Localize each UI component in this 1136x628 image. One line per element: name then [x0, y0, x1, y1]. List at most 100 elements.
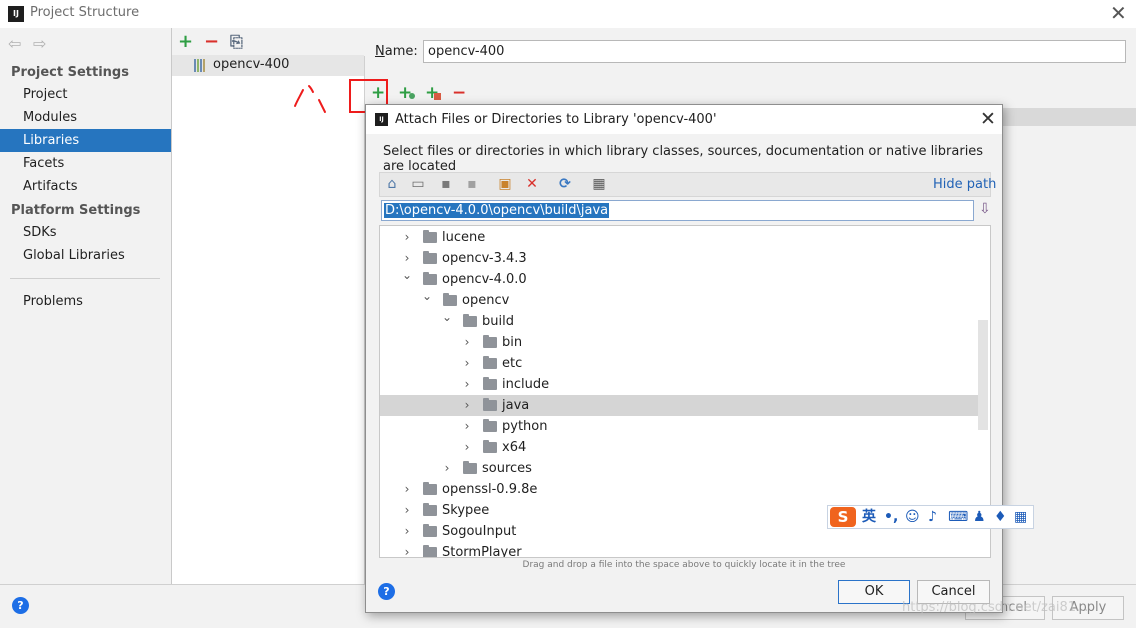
- toolbox-icon[interactable]: ▦: [1014, 508, 1027, 526]
- folder-icon: [483, 440, 497, 453]
- show-hidden-files-icon[interactable]: ▦: [590, 176, 608, 192]
- keyboard-icon[interactable]: ⌨: [948, 508, 968, 526]
- tree-row[interactable]: ⌄ opencv: [380, 289, 978, 311]
- microphone-icon[interactable]: ♪: [928, 508, 937, 526]
- module-folder-icon[interactable]: ▪: [463, 176, 481, 192]
- tree-row-label: opencv-4.0.0: [442, 272, 527, 287]
- expand-chevron-icon[interactable]: ›: [401, 521, 413, 542]
- jar-badge-icon: [434, 93, 441, 100]
- add-library-icon[interactable]: +: [178, 32, 193, 52]
- tree-row[interactable]: › include: [380, 374, 978, 395]
- tree-row[interactable]: › bin: [380, 332, 978, 353]
- remove-library-icon[interactable]: −: [204, 32, 219, 52]
- emoji-icon[interactable]: ☺: [905, 508, 920, 526]
- dialog-title: Attach Files or Directories to Library '…: [395, 112, 717, 127]
- tree-row[interactable]: › etc: [380, 353, 978, 374]
- tree-row-label: SogouInput: [442, 524, 517, 539]
- forward-arrow-icon[interactable]: ⇨: [33, 34, 46, 53]
- folder-icon: [483, 398, 497, 411]
- refresh-icon[interactable]: ⟳: [556, 176, 574, 192]
- tree-row[interactable]: › StormPlayer: [380, 542, 978, 558]
- tree-row-label: sources: [482, 461, 532, 476]
- tree-row-label: StormPlayer: [442, 545, 522, 558]
- expand-chevron-icon[interactable]: ›: [461, 416, 473, 437]
- copy-library-icon[interactable]: ⎘: [230, 32, 243, 52]
- tree-row[interactable]: ⌄ build: [380, 310, 978, 332]
- folder-icon: [463, 461, 477, 474]
- ime-mode-toggle[interactable]: 英: [862, 508, 876, 526]
- sidebar-item-problems[interactable]: Problems: [0, 290, 171, 313]
- help-icon[interactable]: ?: [12, 597, 29, 614]
- dialog-help-icon[interactable]: ?: [378, 583, 395, 600]
- delete-icon[interactable]: ✕: [523, 176, 541, 192]
- sidebar-item-project[interactable]: Project: [0, 83, 171, 106]
- tree-row[interactable]: › openssl-0.9.8e: [380, 479, 978, 500]
- folder-icon: [483, 419, 497, 432]
- folder-icon: [423, 230, 437, 243]
- expand-chevron-icon[interactable]: ›: [441, 458, 453, 479]
- dialog-logo-icon: IJ: [375, 113, 388, 126]
- window-close-icon[interactable]: ✕: [1110, 2, 1127, 24]
- sidebar-item-modules[interactable]: Modules: [0, 106, 171, 129]
- tree-row[interactable]: ⌄ opencv-4.0.0: [380, 268, 978, 290]
- hide-path-link[interactable]: Hide path: [933, 177, 996, 192]
- watermark-text: https://blog.csdn.net/zai81...: [902, 600, 1089, 615]
- tree-row[interactable]: › opencv-3.4.3: [380, 248, 978, 269]
- intellij-logo-icon: IJ: [8, 6, 24, 22]
- expand-chevron-icon[interactable]: ›: [461, 437, 473, 458]
- expand-chevron-icon[interactable]: ›: [461, 353, 473, 374]
- ok-button[interactable]: OK: [838, 580, 910, 604]
- library-list-panel: [172, 28, 365, 584]
- home-icon[interactable]: ⌂: [383, 176, 401, 192]
- tree-row[interactable]: › x64: [380, 437, 978, 458]
- project-folder-icon[interactable]: ▪: [437, 176, 455, 192]
- expand-chevron-icon[interactable]: ›: [461, 332, 473, 353]
- sidebar-item-artifacts[interactable]: Artifacts: [0, 175, 171, 198]
- punctuation-icon[interactable]: •,: [884, 508, 898, 526]
- expand-chevron-icon[interactable]: ›: [401, 479, 413, 500]
- user-icon[interactable]: ♟: [973, 508, 986, 526]
- sidebar-item-sdks[interactable]: SDKs: [0, 221, 171, 244]
- tree-scrollbar-thumb[interactable]: [978, 320, 988, 430]
- collapse-chevron-icon[interactable]: ⌄: [401, 265, 413, 286]
- folder-icon: [423, 524, 437, 537]
- roots-table-header: [1000, 108, 1136, 126]
- library-list-toolbar: [172, 28, 365, 56]
- tree-row-label: include: [502, 377, 550, 392]
- sogou-ime-toolbar: S 英 •, ☺ ♪ ⌨ ♟ ♦ ▦: [827, 505, 1034, 529]
- folder-icon: [483, 335, 497, 348]
- desktop-icon[interactable]: ▭: [409, 176, 427, 192]
- library-name-input[interactable]: [423, 40, 1126, 63]
- expand-chevron-icon[interactable]: ›: [401, 500, 413, 521]
- expand-chevron-icon[interactable]: ›: [461, 374, 473, 395]
- expand-chevron-icon[interactable]: ›: [401, 542, 413, 557]
- back-arrow-icon[interactable]: ⇦: [8, 34, 21, 53]
- new-folder-icon[interactable]: ▣: [496, 176, 514, 192]
- tree-row[interactable]: › lucene: [380, 227, 978, 248]
- skin-shirt-icon[interactable]: ♦: [994, 508, 1007, 526]
- sidebar-item-libraries[interactable]: Libraries: [0, 129, 171, 152]
- tree-row-label: build: [482, 314, 514, 329]
- tree-row[interactable]: › python: [380, 416, 978, 437]
- dialog-close-icon[interactable]: ✕: [980, 108, 996, 130]
- tree-row-label: opencv: [462, 293, 510, 308]
- tree-row-label: openssl-0.9.8e: [442, 482, 538, 497]
- expand-chevron-icon[interactable]: ›: [401, 227, 413, 248]
- tree-row-label: etc: [502, 356, 523, 371]
- collapse-chevron-icon[interactable]: ⌄: [421, 286, 433, 307]
- sidebar-item-facets[interactable]: Facets: [0, 152, 171, 175]
- library-icon: [194, 59, 206, 72]
- tree-row[interactable]: › sources: [380, 458, 978, 479]
- sidebar-item-global-libraries[interactable]: Global Libraries: [0, 244, 171, 267]
- dialog-description: Select files or directories in which lib…: [383, 144, 984, 174]
- platform-settings-heading: Platform Settings: [11, 203, 141, 218]
- path-history-icon[interactable]: ⇩: [979, 201, 991, 219]
- path-input[interactable]: D:\opencv-4.0.0\opencv\build\java: [381, 200, 974, 221]
- sogou-logo-icon[interactable]: S: [830, 507, 856, 527]
- folder-icon: [423, 545, 437, 557]
- expand-chevron-icon[interactable]: ›: [461, 395, 473, 416]
- tree-row[interactable]: › java: [380, 395, 978, 416]
- collapse-chevron-icon[interactable]: ⌄: [441, 307, 453, 328]
- attach-files-dialog: IJ Attach Files or Directories to Librar…: [365, 104, 1003, 613]
- remove-root-icon[interactable]: −: [452, 84, 466, 102]
